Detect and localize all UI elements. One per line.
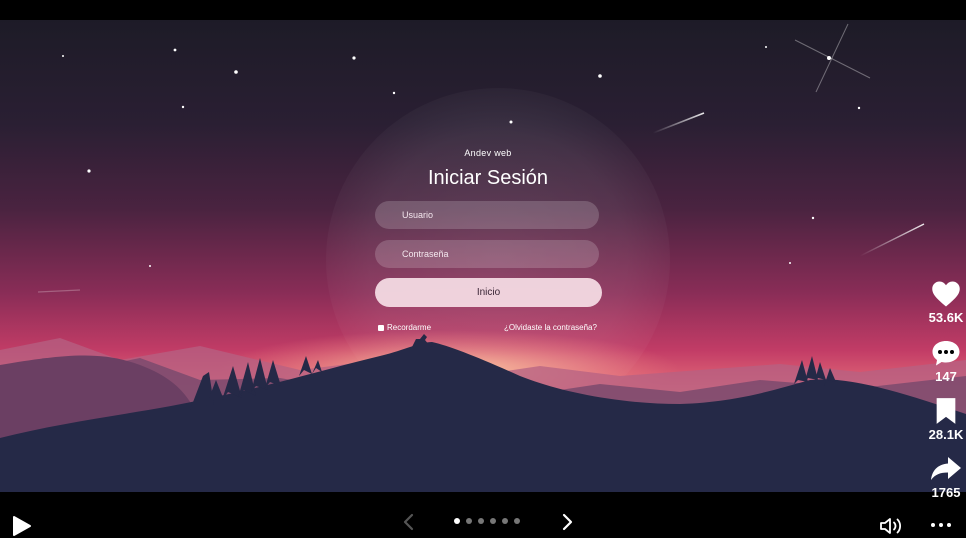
chevron-right-icon[interactable]	[559, 513, 575, 531]
previous-slide-button[interactable]	[401, 513, 417, 536]
more-icon[interactable]	[939, 523, 943, 527]
password-input[interactable]	[375, 240, 599, 268]
save-action[interactable]: 28.1K	[921, 397, 966, 442]
more-icon[interactable]	[931, 523, 935, 527]
shooting-star	[794, 39, 871, 79]
heart-icon[interactable]	[931, 280, 961, 308]
bookmark-icon[interactable]	[934, 397, 958, 425]
shooting-star	[815, 23, 849, 93]
shooting-star	[37, 289, 81, 293]
comment-icon[interactable]	[931, 339, 961, 367]
share-icon[interactable]	[930, 455, 962, 483]
login-title: Iniciar Sesión	[427, 167, 549, 189]
comment-action[interactable]: 147	[921, 339, 966, 384]
forgot-password-link[interactable]: ¿Olvidaste la contraseña?	[504, 323, 597, 332]
share-count: 1765	[931, 485, 961, 500]
login-page-preview: Andev web Iniciar Sesión Inicio Recordar…	[0, 20, 966, 492]
remember-me[interactable]: Recordarme	[378, 323, 431, 332]
carousel-dot[interactable]	[454, 518, 460, 524]
play-button[interactable]	[10, 515, 32, 538]
carousel-dot[interactable]	[478, 518, 484, 524]
share-action[interactable]: 1765	[921, 455, 966, 500]
more-icon[interactable]	[947, 523, 951, 527]
remember-label: Recordarme	[387, 323, 432, 332]
comment-count: 147	[935, 369, 957, 384]
carousel-dot[interactable]	[466, 518, 472, 524]
carousel-dot[interactable]	[502, 518, 508, 524]
volume-icon[interactable]	[879, 516, 905, 536]
login-button[interactable]: Inicio	[375, 278, 602, 307]
more-options-button[interactable]	[931, 523, 951, 527]
like-count: 53.6K	[928, 310, 964, 325]
volume-button[interactable]	[879, 516, 905, 538]
save-count: 28.1K	[928, 427, 964, 442]
carousel-dot[interactable]	[490, 518, 496, 524]
chevron-left-icon[interactable]	[401, 513, 417, 531]
like-action[interactable]: 53.6K	[921, 280, 966, 325]
play-icon[interactable]	[10, 515, 32, 537]
brand-label: Andev web	[464, 148, 512, 158]
next-slide-button[interactable]	[559, 513, 575, 536]
video-player: Andev web Iniciar Sesión Inicio Recordar…	[0, 0, 966, 538]
shooting-star	[859, 223, 925, 257]
carousel-dot[interactable]	[514, 518, 520, 524]
carousel-dots	[454, 518, 520, 524]
remember-checkbox[interactable]	[378, 324, 384, 331]
shooting-star	[652, 112, 705, 134]
username-input[interactable]	[375, 201, 599, 229]
